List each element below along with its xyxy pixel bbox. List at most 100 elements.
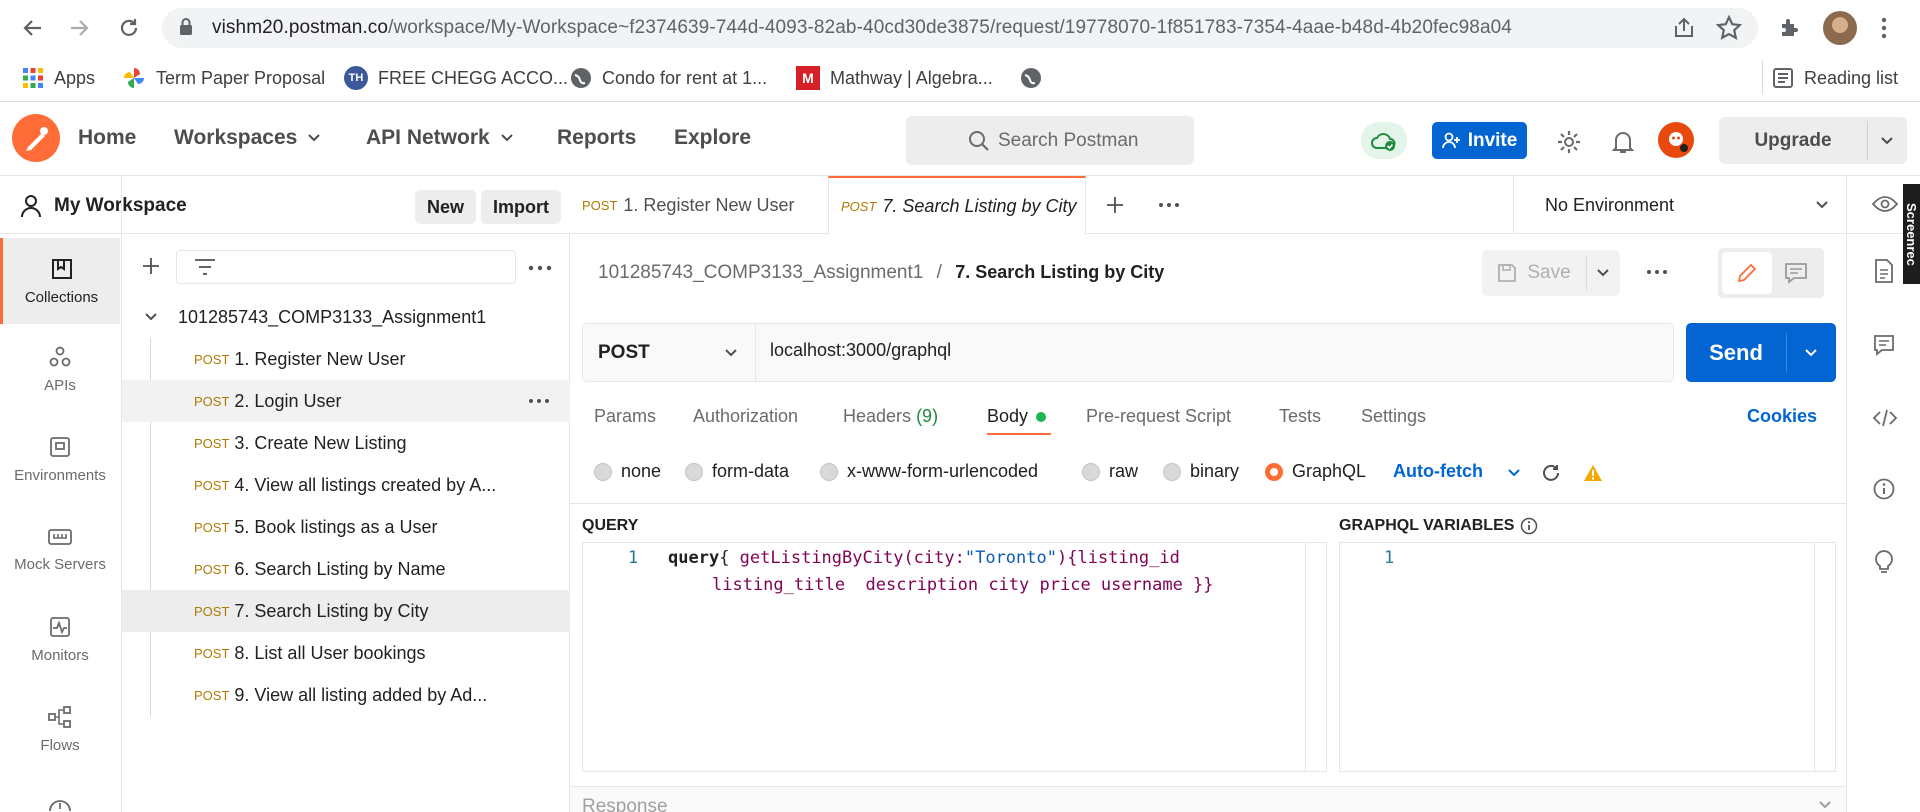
tree-request-item[interactable]: POST 2. Login User — [122, 380, 570, 422]
breadcrumb-collection[interactable]: 101285743_COMP3133_Assignment1 — [598, 262, 923, 283]
back-button[interactable] — [18, 13, 48, 43]
radio-none[interactable]: none — [594, 461, 661, 482]
documentation-icon[interactable] — [1874, 258, 1894, 284]
bookmark-condo[interactable]: Condo for rent at 1... — [570, 64, 767, 92]
tree-request-item-active[interactable]: POST 7. Search Listing by City — [122, 590, 570, 632]
filter-input[interactable] — [176, 250, 516, 284]
radio-urlencoded[interactable]: x-www-form-urlencoded — [820, 461, 1038, 482]
profile-avatar[interactable] — [1823, 11, 1857, 45]
tab-headers[interactable]: Headers (9) — [843, 406, 938, 427]
sync-status-button[interactable] — [1361, 122, 1407, 159]
tree-request-item[interactable]: POST 6. Search Listing by Name — [122, 548, 570, 590]
response-panel[interactable] — [570, 786, 1846, 812]
bookmark-chegg[interactable]: TH FREE CHEGG ACCO... — [344, 64, 568, 92]
user-avatar[interactable] — [1658, 122, 1694, 158]
sidebar-item-flows[interactable]: Flows — [0, 686, 120, 772]
nav-explore[interactable]: Explore — [674, 126, 751, 150]
new-button[interactable]: New — [415, 190, 477, 224]
tree-request-item[interactable]: POST 5. Book listings as a User — [122, 506, 570, 548]
sidebar-item-environments[interactable]: Environments — [0, 416, 120, 502]
star-icon[interactable] — [1716, 15, 1742, 41]
tab-prerequest-script[interactable]: Pre-request Script — [1086, 406, 1231, 427]
invite-button[interactable]: Invite — [1432, 122, 1527, 159]
response-label: Response — [582, 796, 668, 812]
save-chevron-icon[interactable] — [1596, 268, 1610, 278]
nav-explore-label: Explore — [674, 126, 752, 149]
new-tab-plus-icon[interactable] — [1105, 195, 1125, 215]
import-button[interactable]: Import — [481, 190, 561, 224]
tree-request-item[interactable]: POST 1. Register New User — [122, 338, 570, 380]
upgrade-dropdown-chevron-icon[interactable] — [1880, 136, 1894, 146]
radio-binary[interactable]: binary — [1163, 461, 1239, 482]
comment-mode-icon[interactable] — [1784, 262, 1808, 284]
browser-menu-icon[interactable] — [1880, 16, 1888, 40]
nav-home[interactable]: Home — [78, 126, 136, 150]
sidebar-item-apis[interactable]: APIs — [0, 326, 120, 412]
warning-icon[interactable] — [1583, 464, 1603, 482]
upgrade-button[interactable]: Upgrade — [1719, 117, 1867, 164]
radio-graphql[interactable]: GraphQL — [1265, 461, 1366, 482]
history-icon[interactable] — [47, 794, 73, 812]
sidebar-item-mock-servers[interactable]: Mock Servers — [0, 506, 120, 592]
url-input[interactable]: localhost:3000/graphql — [770, 340, 951, 361]
cookies-link[interactable]: Cookies — [1747, 406, 1817, 427]
auto-fetch-button[interactable]: Auto-fetch — [1393, 461, 1483, 482]
editor-scrollbar-track[interactable] — [1305, 543, 1306, 771]
sidebar-item-label: APIs — [44, 376, 76, 394]
postman-logo[interactable] — [12, 114, 60, 162]
comments-icon[interactable] — [1873, 334, 1895, 356]
environment-chevron-icon[interactable] — [1815, 200, 1829, 210]
tab-tests[interactable]: Tests — [1279, 406, 1321, 427]
edit-mode-button[interactable] — [1722, 252, 1772, 294]
variables-editor[interactable] — [1339, 542, 1836, 772]
add-collection-icon[interactable] — [141, 256, 161, 276]
search-input[interactable]: Search Postman — [906, 116, 1194, 165]
filter-sort-icon[interactable] — [194, 258, 216, 276]
radio-raw[interactable]: raw — [1082, 461, 1138, 482]
lightbulb-icon[interactable] — [1874, 548, 1894, 574]
bookmark-mathway[interactable]: M Mathway | Algebra... — [796, 64, 993, 92]
extensions-icon[interactable] — [1778, 16, 1802, 40]
settings-gear-icon[interactable] — [1556, 129, 1582, 155]
tree-request-item[interactable]: POST 3. Create New Listing — [122, 422, 570, 464]
collection-folder[interactable]: 101285743_COMP3133_Assignment1 — [122, 296, 570, 338]
refresh-schema-icon[interactable] — [1541, 463, 1561, 483]
notification-bell-icon[interactable] — [1611, 129, 1635, 155]
response-chevron-icon[interactable] — [1818, 800, 1832, 810]
reload-button[interactable] — [114, 13, 144, 43]
request-more-options-icon[interactable] — [1646, 269, 1668, 275]
nav-api-network[interactable]: API Network — [366, 126, 514, 150]
tab-search-listing-by-city[interactable]: POST 7. Search Listing by City — [828, 176, 1086, 235]
sidebar-item-monitors[interactable]: Monitors — [0, 596, 120, 682]
auto-fetch-chevron-icon[interactable] — [1507, 468, 1521, 478]
tab-body[interactable]: Body — [987, 406, 1047, 427]
environment-select[interactable]: No Environment — [1545, 195, 1674, 216]
tree-request-item[interactable]: POST 8. List all User bookings — [122, 632, 570, 674]
send-options-chevron-icon[interactable] — [1804, 348, 1818, 358]
forward-button[interactable] — [64, 13, 94, 43]
more-options-icon[interactable] — [528, 265, 552, 271]
send-button[interactable]: Send — [1686, 323, 1786, 382]
code-snippet-icon[interactable] — [1872, 408, 1898, 428]
radio-form-data[interactable]: form-data — [685, 461, 789, 482]
save-button[interactable]: Save — [1482, 250, 1586, 296]
tab-settings[interactable]: Settings — [1361, 406, 1426, 427]
share-icon[interactable] — [1672, 16, 1696, 40]
nav-reports[interactable]: Reports — [557, 126, 636, 150]
tabs-more-options-icon[interactable] — [1158, 202, 1180, 208]
bookmark-apps[interactable]: Apps — [22, 64, 95, 92]
tab-authorization[interactable]: Authorization — [693, 406, 798, 427]
bookmark-globe[interactable] — [1020, 64, 1042, 92]
info-icon[interactable] — [1873, 478, 1895, 500]
tree-request-item[interactable]: POST 4. View all listings created by A... — [122, 464, 570, 506]
code-punct: { — [719, 548, 740, 568]
reading-list[interactable]: Reading list — [1772, 64, 1898, 92]
nav-workspaces[interactable]: Workspaces — [174, 126, 321, 150]
editor-scrollbar-track[interactable] — [1814, 543, 1815, 771]
tab-register-new-user[interactable]: POST 1. Register New User — [570, 176, 828, 234]
method-chevron-icon[interactable] — [724, 348, 738, 358]
bookmark-term-paper[interactable]: Term Paper Proposal — [122, 64, 325, 92]
sidebar-item-collections[interactable]: Collections — [0, 238, 120, 324]
tree-request-item[interactable]: POST 9. View all listing added by Ad... — [122, 674, 570, 716]
tab-params[interactable]: Params — [594, 406, 656, 427]
